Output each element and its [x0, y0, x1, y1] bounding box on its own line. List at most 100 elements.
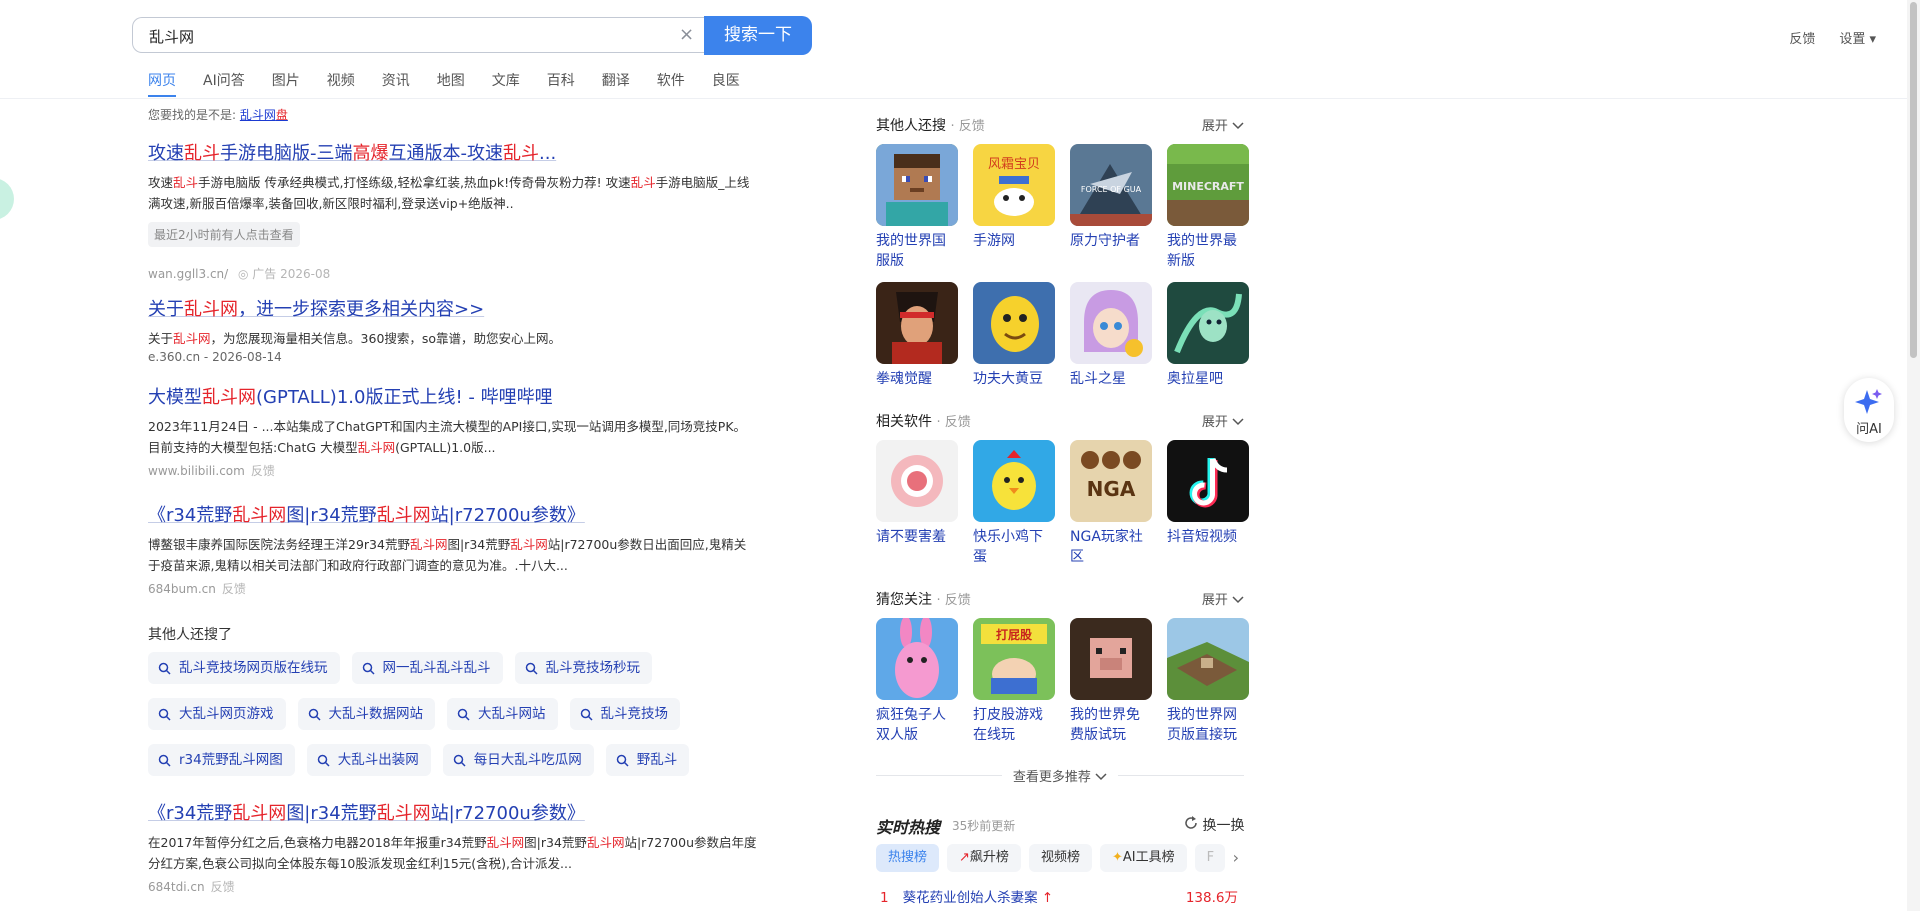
rec-title: 乱斗之星 [1070, 371, 1126, 387]
result-title[interactable]: 大模型乱斗网(GPTALL)1.0版正式上线! - 哔哩哔哩 [148, 387, 553, 408]
minecraft-logo-thumb: MINECRAFT [1167, 144, 1249, 226]
related-search-chip[interactable]: 大乱斗数据网站 [297, 698, 435, 730]
tab-doctor[interactable]: 良医 [712, 70, 740, 97]
feedback-link[interactable]: · 反馈 [936, 593, 970, 608]
rec-card[interactable]: 奥拉星吧 [1167, 282, 1249, 389]
hot-item[interactable]: 1 葵花药业创始人杀妻案 ↑ 138.6万 [880, 886, 1238, 906]
rec-card[interactable]: FORCE OF GUA 原力守护者 [1070, 144, 1152, 271]
tab-video-rank[interactable]: 视频榜 [1028, 844, 1092, 872]
tab-ai[interactable]: AI问答 [203, 70, 245, 97]
rec-title: 手游网 [973, 233, 1015, 249]
related-search-chip[interactable]: 大乱斗网页游戏 [148, 698, 286, 730]
related-search-chip[interactable]: 大乱斗出装网 [306, 744, 431, 776]
chevron-right-icon[interactable]: › [1233, 844, 1239, 872]
rec-title: 我的世界最新版 [1167, 233, 1237, 269]
related-search-chip[interactable]: 网一乱斗乱斗乱斗 [351, 652, 503, 684]
feedback-link[interactable]: 反馈 [1789, 28, 1815, 47]
tab-more[interactable]: F [1194, 844, 1225, 872]
rec-card[interactable]: 功夫大黄豆 [973, 282, 1055, 389]
related-search-chip[interactable]: 野乱斗 [605, 744, 690, 776]
ask-ai-button[interactable]: 问AI [1844, 378, 1894, 442]
did-you-mean-link[interactable]: 乱斗网盘 [240, 108, 288, 122]
result-meta: e.360.cn - 2026-08-14 [148, 350, 282, 364]
result-title[interactable]: 《r34荒野乱斗网图|r34荒野乱斗网站|r72700u参数》 [148, 803, 585, 824]
tab-rising[interactable]: ↗飙升榜 [947, 844, 1021, 872]
tab-hot[interactable]: 热搜榜 [876, 844, 940, 872]
tab-images[interactable]: 图片 [272, 70, 300, 97]
settings-link[interactable]: 设置 ▾ [1839, 28, 1876, 47]
related-search-chip[interactable]: 乱斗竞技场秒玩 [514, 652, 652, 684]
feedback-link[interactable]: 反馈 [251, 464, 275, 478]
software-title: NGA玩家社区 [1070, 529, 1143, 565]
software-card[interactable]: 快乐小鸡下蛋 [973, 440, 1055, 567]
rec-card[interactable]: 拳魂觉醒 [876, 282, 958, 389]
tab-news[interactable]: 资讯 [382, 70, 410, 97]
feedback-link[interactable]: · 反馈 [936, 415, 970, 430]
scrollbar[interactable] [1907, 0, 1920, 911]
search-icon [158, 754, 171, 767]
related-search-chip[interactable]: 乱斗竞技场 [569, 698, 680, 730]
tab-software[interactable]: 软件 [657, 70, 685, 97]
related-search-chip[interactable]: 乱斗竞技场网页版在线玩 [148, 652, 340, 684]
search-button[interactable]: 搜索一下 [704, 16, 812, 55]
search-input[interactable] [147, 18, 651, 54]
minecraft-pig-thumb [1070, 618, 1152, 700]
search-icon [317, 754, 330, 767]
rec-card[interactable]: 我的世界免费版试玩 [1070, 618, 1152, 745]
result-snippet: 博鳌银丰康养国际医院法务经理王洋29r34荒野乱斗网图|r34荒野乱斗网站|r7… [148, 537, 747, 573]
expand-button[interactable]: 展开 [1202, 115, 1244, 134]
trend-up-icon: ↗ [959, 850, 970, 865]
refresh-button[interactable]: 换一换 [1184, 815, 1244, 835]
result-meta: wan.ggll3.cn/ ◎ 广告 2026-08 [148, 267, 331, 281]
related-search-chip[interactable]: 大乱斗网站 [447, 698, 558, 730]
related-search-chip[interactable]: 每日大乱斗吃瓜网 [442, 744, 594, 776]
hot-search-updated: 35秒前更新 [952, 819, 1016, 833]
side-float-bubble[interactable] [0, 178, 14, 220]
result-title[interactable]: 《r34荒野乱斗网图|r34荒野乱斗网站|r72700u参数》 [148, 505, 585, 526]
rec-card[interactable]: 打屁股 打皮股游戏在线玩 [973, 618, 1055, 745]
software-card[interactable]: NGA NGA玩家社区 [1070, 440, 1152, 567]
tab-video[interactable]: 视频 [327, 70, 355, 97]
expand-button[interactable]: 展开 [1202, 411, 1244, 430]
result-684bum: 《r34荒野乱斗网图|r34荒野乱斗网站|r72700u参数》 博鳌银丰康养国际… [148, 504, 758, 597]
header: × 搜索一下 反馈 设置 ▾ 网页 AI问答 图片 视频 资讯 地图 文库 百科… [0, 0, 1920, 99]
result-snippet: 在2017年暂停分红之后,色衰格力电器2018年年报重r34荒野乱斗网图|r34… [148, 835, 757, 871]
rec-card[interactable]: MINECRAFT 我的世界最新版 [1167, 144, 1249, 271]
expand-button[interactable]: 展开 [1202, 589, 1244, 608]
tab-bar: 网页 AI问答 图片 视频 资讯 地图 文库 百科 翻译 软件 良医 [148, 70, 767, 97]
rec-card[interactable]: 我的世界网页版直接玩 [1167, 618, 1249, 745]
rec-card[interactable]: 乱斗之星 [1070, 282, 1152, 389]
tab-baike[interactable]: 百科 [547, 70, 575, 97]
did-you-mean: 您要找的是不是: 乱斗网盘 [148, 106, 288, 123]
tab-web[interactable]: 网页 [148, 70, 176, 97]
guess-follow-head: 猜您关注 · 反馈 展开 [876, 589, 1244, 609]
related-search-chip[interactable]: r34荒野乱斗网图 [148, 744, 295, 776]
tab-translate[interactable]: 翻译 [602, 70, 630, 97]
search-icon [616, 754, 629, 767]
tab-ai-tools[interactable]: ✦AI工具榜 [1099, 844, 1187, 872]
search-box[interactable]: × [132, 17, 704, 54]
software-card[interactable]: 抖音短视频 [1167, 440, 1249, 567]
scrollbar-thumb[interactable] [1910, 2, 1917, 358]
feedback-link[interactable]: · 反馈 [950, 119, 984, 134]
tab-map[interactable]: 地图 [437, 70, 465, 97]
result-title[interactable]: 关于乱斗网，进一步探索更多相关内容>> [148, 299, 484, 320]
more-recommend-button[interactable]: 查看更多推荐 [876, 766, 1244, 785]
rec-title: 我的世界网页版直接玩 [1167, 707, 1237, 743]
result-snippet: 2023年11月24日 - ...本站集成了ChatGPT和国内主流大模型的AP… [148, 419, 747, 455]
result-title[interactable]: 攻速乱斗手游电脑版-三端高爆互通版本-攻速乱斗... [148, 143, 556, 164]
guess-follow-grid: 疯狂兔子人双人版 打屁股 打皮股游戏在线玩 我的世界免费版试玩 我的世界网页版直… [876, 618, 1256, 745]
feedback-link[interactable]: 反馈 [222, 582, 246, 596]
did-you-mean-label: 您要找的是不是: [148, 108, 240, 122]
minecraft-web-thumb [1167, 618, 1249, 700]
click-tip: 最近2小时前有人点击查看 [148, 222, 300, 247]
rec-card[interactable]: 风霜宝贝 手游网 [973, 144, 1055, 271]
rec-card[interactable]: 疯狂兔子人双人版 [876, 618, 958, 745]
tab-library[interactable]: 文库 [492, 70, 520, 97]
minecraft-steve-thumb [876, 144, 958, 226]
clear-icon[interactable]: × [679, 24, 694, 45]
feedback-link[interactable]: 反馈 [211, 880, 235, 894]
software-card[interactable]: 请不要害羞 [876, 440, 958, 567]
rec-card[interactable]: 我的世界国服版 [876, 144, 958, 271]
force-of-guardians-thumb: FORCE OF GUA [1070, 144, 1152, 226]
